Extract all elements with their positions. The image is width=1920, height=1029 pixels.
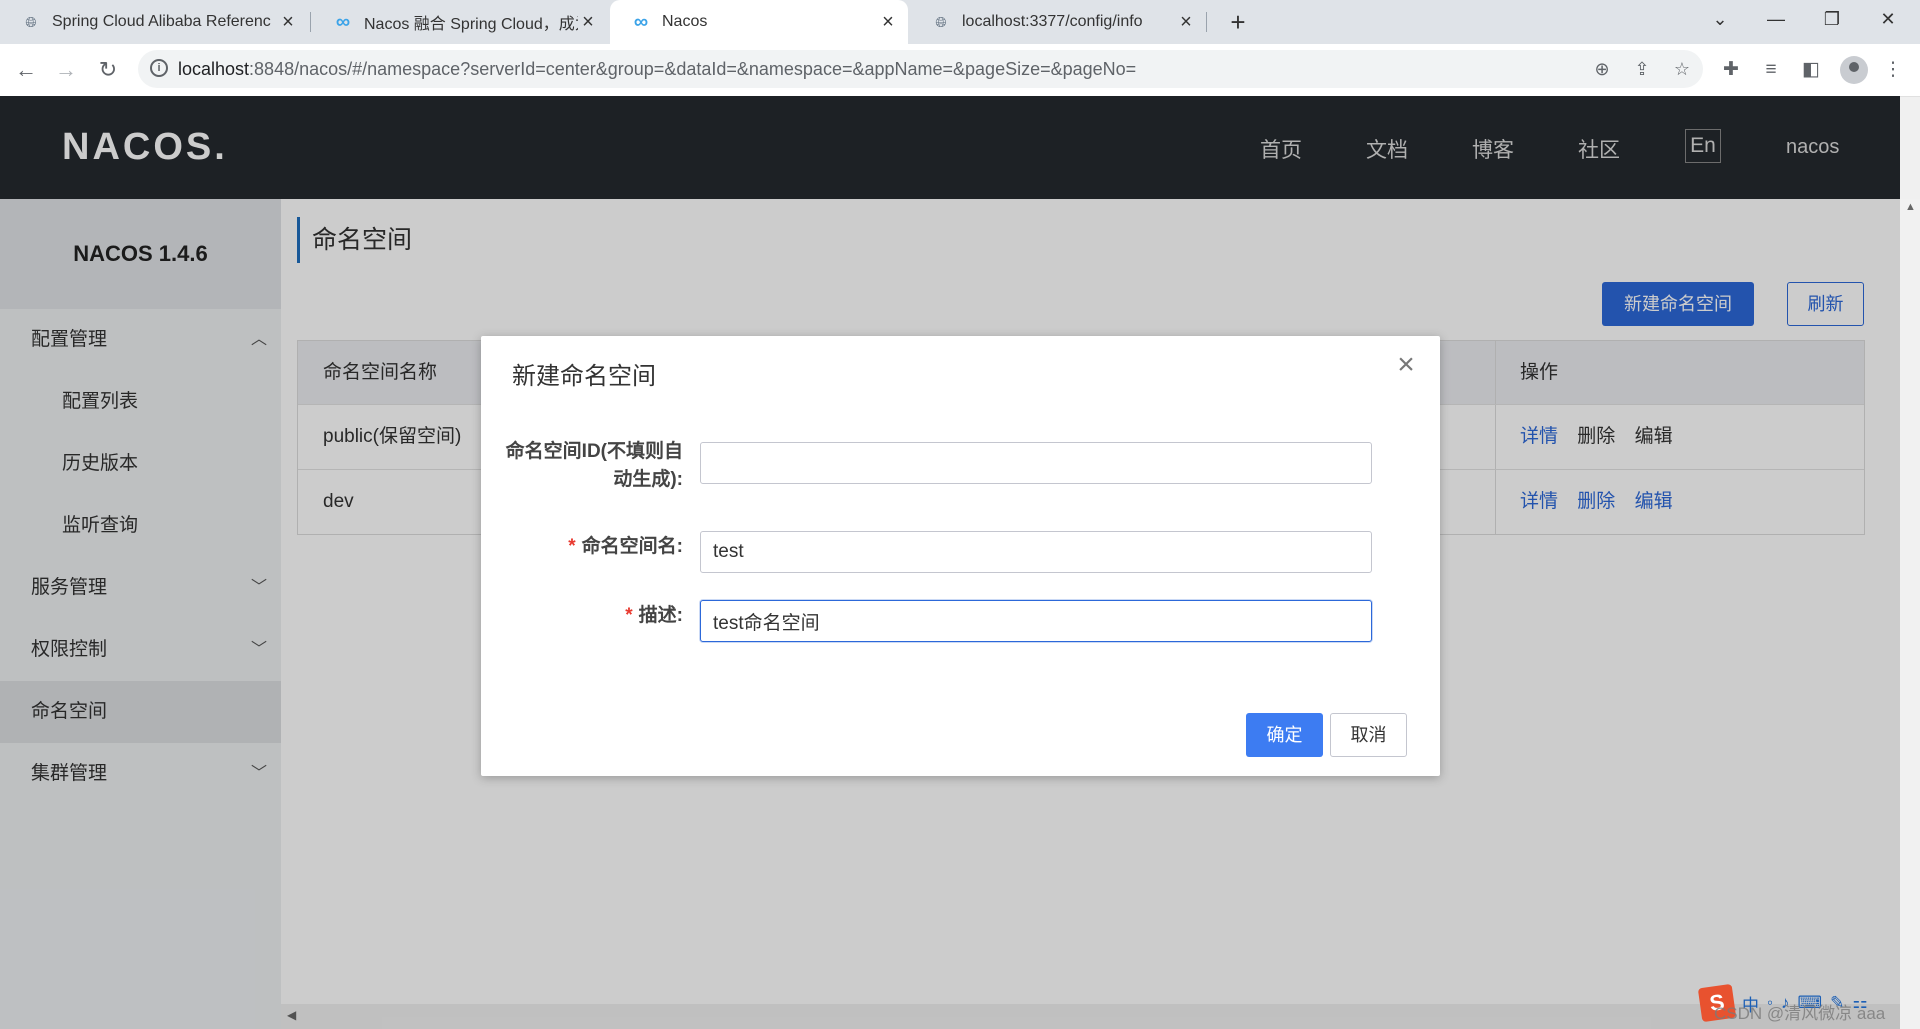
required-asterisk: * [625, 605, 633, 626]
new-tab-icon[interactable]: + [1222, 6, 1254, 38]
vertical-scrollbar[interactable]: ▲ [1900, 199, 1920, 1029]
close-tab-icon[interactable]: × [878, 11, 898, 34]
browser-tab[interactable]: 🌐︎ localhost:3377/config/info × [910, 0, 1206, 44]
address-bar[interactable]: i localhost:8848/nacos/#/namespace?serve… [138, 50, 1703, 88]
globe-icon: 🌐︎ [25, 13, 37, 30]
csdn-watermark: CSDN @清风微凉 aaa [1714, 1004, 1886, 1023]
minimize-icon[interactable]: — [1748, 0, 1804, 40]
nacos-infinity-icon: ∞ [633, 10, 649, 33]
close-tab-icon[interactable]: × [1176, 11, 1196, 34]
nacos-console: NACOS. 首页 文档 博客 社区 En nacos NACOS 1.4.6 … [0, 96, 1920, 1029]
browser-tab-active[interactable]: ∞ Nacos × [610, 0, 908, 44]
bookmark-star-icon[interactable]: ☆ [1670, 57, 1694, 81]
tab-title: Nacos 融合 Spring Cloud，成为 [364, 16, 578, 33]
namespace-name-label: * 命名空间名: [501, 533, 683, 561]
close-tab-icon[interactable]: × [578, 11, 598, 34]
confirm-button[interactable]: 确定 [1246, 713, 1323, 757]
field-label-text: 描述: [638, 605, 683, 626]
scroll-up-icon[interactable]: ▲ [1905, 201, 1916, 213]
new-namespace-dialog: 新建命名空间 × 命名空间ID(不填则自动生成): *命名空间名: *描述: 确… [481, 336, 1440, 776]
cancel-button[interactable]: 取消 [1330, 713, 1407, 757]
browser-tab[interactable]: 🌐︎ Spring Cloud Alibaba Referenc × [0, 0, 308, 44]
browser-tab-bar: 🌐︎ Spring Cloud Alibaba Referenc × ∞ Nac… [0, 0, 1920, 44]
close-tab-icon[interactable]: × [278, 11, 298, 34]
forward-icon[interactable]: → [50, 54, 82, 86]
url-host: localhost [178, 59, 250, 79]
side-panel-icon[interactable]: ◧ [1798, 57, 1824, 83]
nacos-infinity-icon: ∞ [335, 10, 351, 33]
tab-title: Nacos [662, 13, 708, 30]
back-icon[interactable]: ← [10, 54, 42, 86]
url-path: :8848/nacos/#/namespace?serverId=center&… [249, 59, 1137, 79]
namespace-name-input[interactable] [700, 531, 1372, 573]
reading-list-icon[interactable]: ≡ [1758, 57, 1784, 83]
namespace-id-input[interactable] [700, 442, 1372, 484]
required-asterisk: * [568, 536, 576, 557]
site-info-icon[interactable]: i [150, 59, 168, 77]
dialog-title: 新建命名空间 [512, 363, 656, 390]
tab-divider [310, 12, 311, 32]
share-icon[interactable]: ⇪ [1630, 57, 1654, 81]
tab-divider [1206, 12, 1207, 32]
close-icon[interactable]: × [1390, 350, 1422, 382]
zoom-icon[interactable]: ⊕ [1590, 57, 1614, 81]
globe-icon: 🌐︎ [935, 13, 947, 30]
url-text[interactable]: localhost:8848/nacos/#/namespace?serverI… [178, 59, 1136, 80]
description-input[interactable] [700, 600, 1372, 642]
extensions-puzzle-icon[interactable]: ✚ [1718, 57, 1744, 83]
description-label: * 描述: [501, 602, 683, 630]
field-label-text: 命名空间名: [581, 536, 683, 557]
browser-toolbar: ← → ↻ i localhost:8848/nacos/#/namespace… [0, 44, 1920, 97]
restore-icon[interactable]: ❐ [1804, 0, 1860, 40]
more-menu-icon[interactable]: ⋮ [1880, 57, 1906, 83]
tab-title: Spring Cloud Alibaba Referenc [52, 13, 271, 30]
field-label-text: 命名空间ID(不填则自动生成): [505, 441, 683, 490]
tab-title: localhost:3377/config/info [962, 13, 1143, 30]
reload-icon[interactable]: ↻ [92, 54, 124, 86]
window-close-icon[interactable]: ✕ [1860, 0, 1916, 40]
browser-tab[interactable]: ∞ Nacos 融合 Spring Cloud，成为 × [312, 0, 608, 44]
namespace-id-label: 命名空间ID(不填则自动生成): [501, 438, 683, 494]
tab-search-chevron-icon[interactable]: ⌄ [1692, 0, 1748, 40]
profile-avatar-icon[interactable] [1840, 56, 1868, 84]
